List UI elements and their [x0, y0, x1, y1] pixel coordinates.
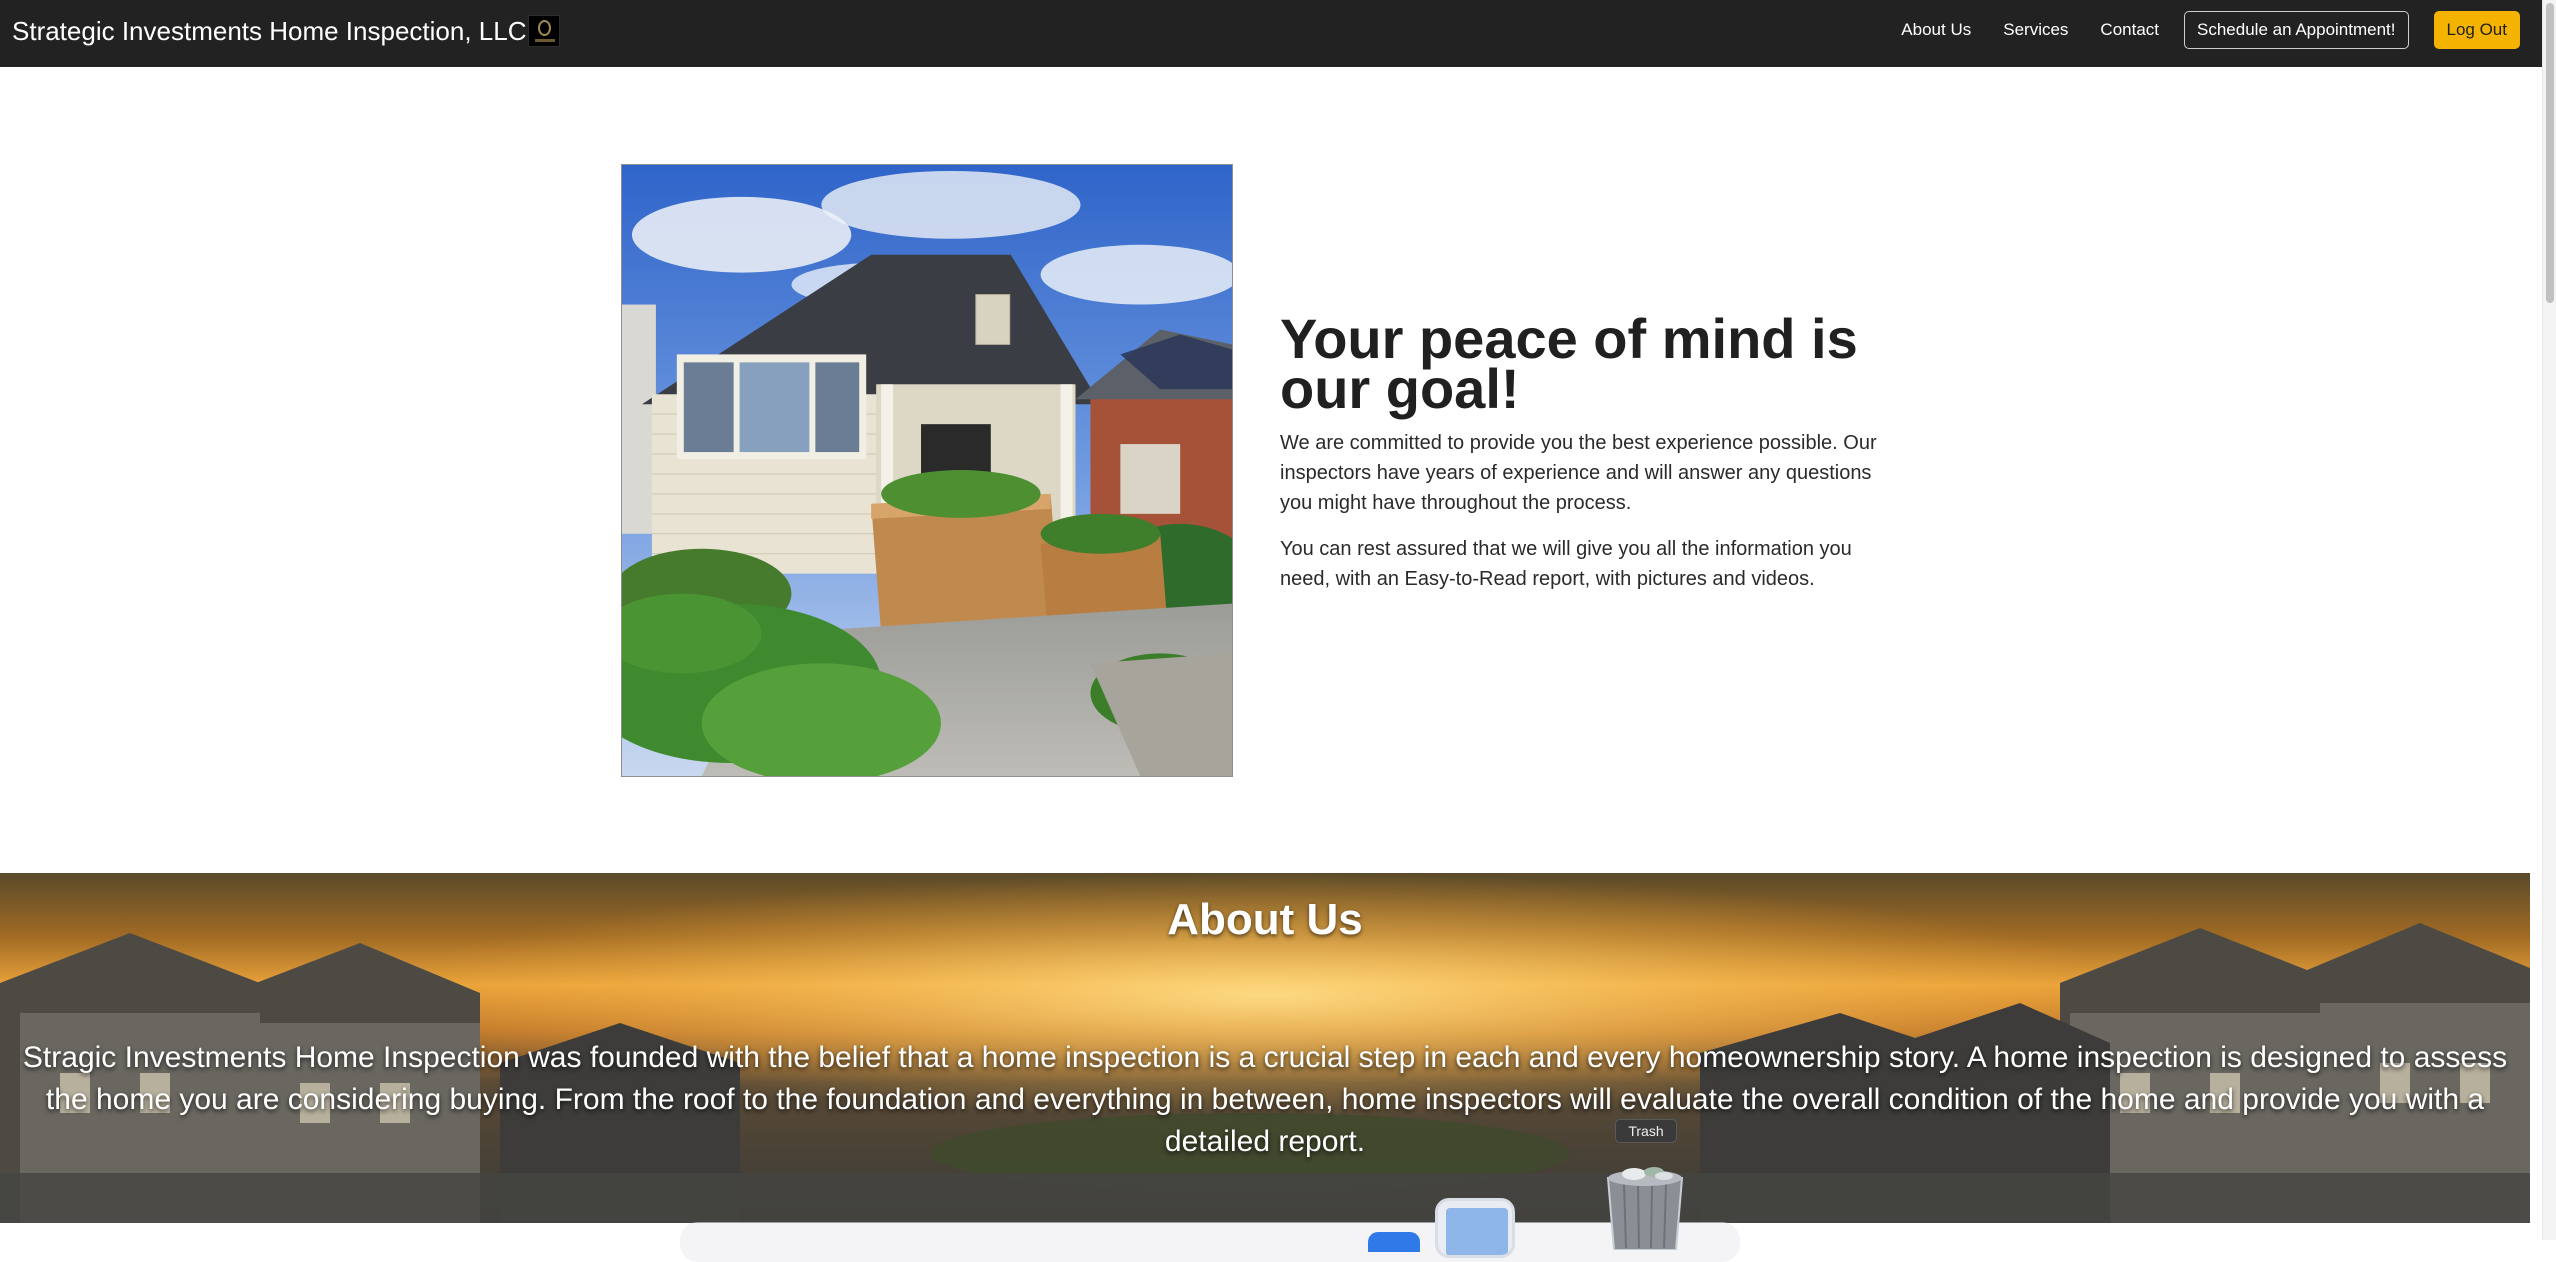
hero-paragraph-1: We are committed to provide you the best…	[1280, 432, 1877, 514]
brand[interactable]: Strategic Investments Home Inspection, L…	[12, 14, 561, 48]
brand-name[interactable]: Strategic Investments Home Inspection, L…	[12, 16, 526, 47]
page-scrollbar[interactable]	[2542, 0, 2556, 1240]
trash-icon[interactable]	[1598, 1160, 1692, 1250]
app-icon[interactable]	[1368, 1232, 1420, 1252]
hero-title: Your peace of mind is our goal!	[1280, 307, 1858, 420]
nav-about-us-link[interactable]: About Us	[1901, 20, 1971, 40]
hero-text-block: Your peace of mind is our goal! We are c…	[1280, 307, 1900, 594]
nav-links: About Us Services Contact Schedule an Ap…	[1901, 10, 2520, 50]
hero-paragraph-2: You can rest assured that we will give y…	[1280, 538, 1852, 590]
logo-icon[interactable]	[528, 15, 561, 47]
nav-contact-link[interactable]: Contact	[2100, 20, 2159, 40]
dock	[680, 1222, 1740, 1262]
finder-icon[interactable]	[1435, 1198, 1515, 1258]
about-us-heading: About Us	[1167, 895, 1363, 944]
scrollbar-thumb[interactable]	[2546, 3, 2554, 303]
hero-house-photo	[621, 164, 1233, 777]
trash-tooltip: Trash	[1615, 1119, 1677, 1143]
schedule-appointment-button[interactable]: Schedule an Appointment!	[2184, 11, 2409, 49]
about-us-section: About Us Stragic Investments Home Inspec…	[0, 873, 2530, 1223]
top-navbar: Strategic Investments Home Inspection, L…	[0, 0, 2542, 67]
nav-services-link[interactable]: Services	[2003, 20, 2068, 40]
log-out-button[interactable]: Log Out	[2433, 11, 2520, 49]
about-us-body: Stragic Investments Home Inspection was …	[22, 1041, 2508, 1158]
